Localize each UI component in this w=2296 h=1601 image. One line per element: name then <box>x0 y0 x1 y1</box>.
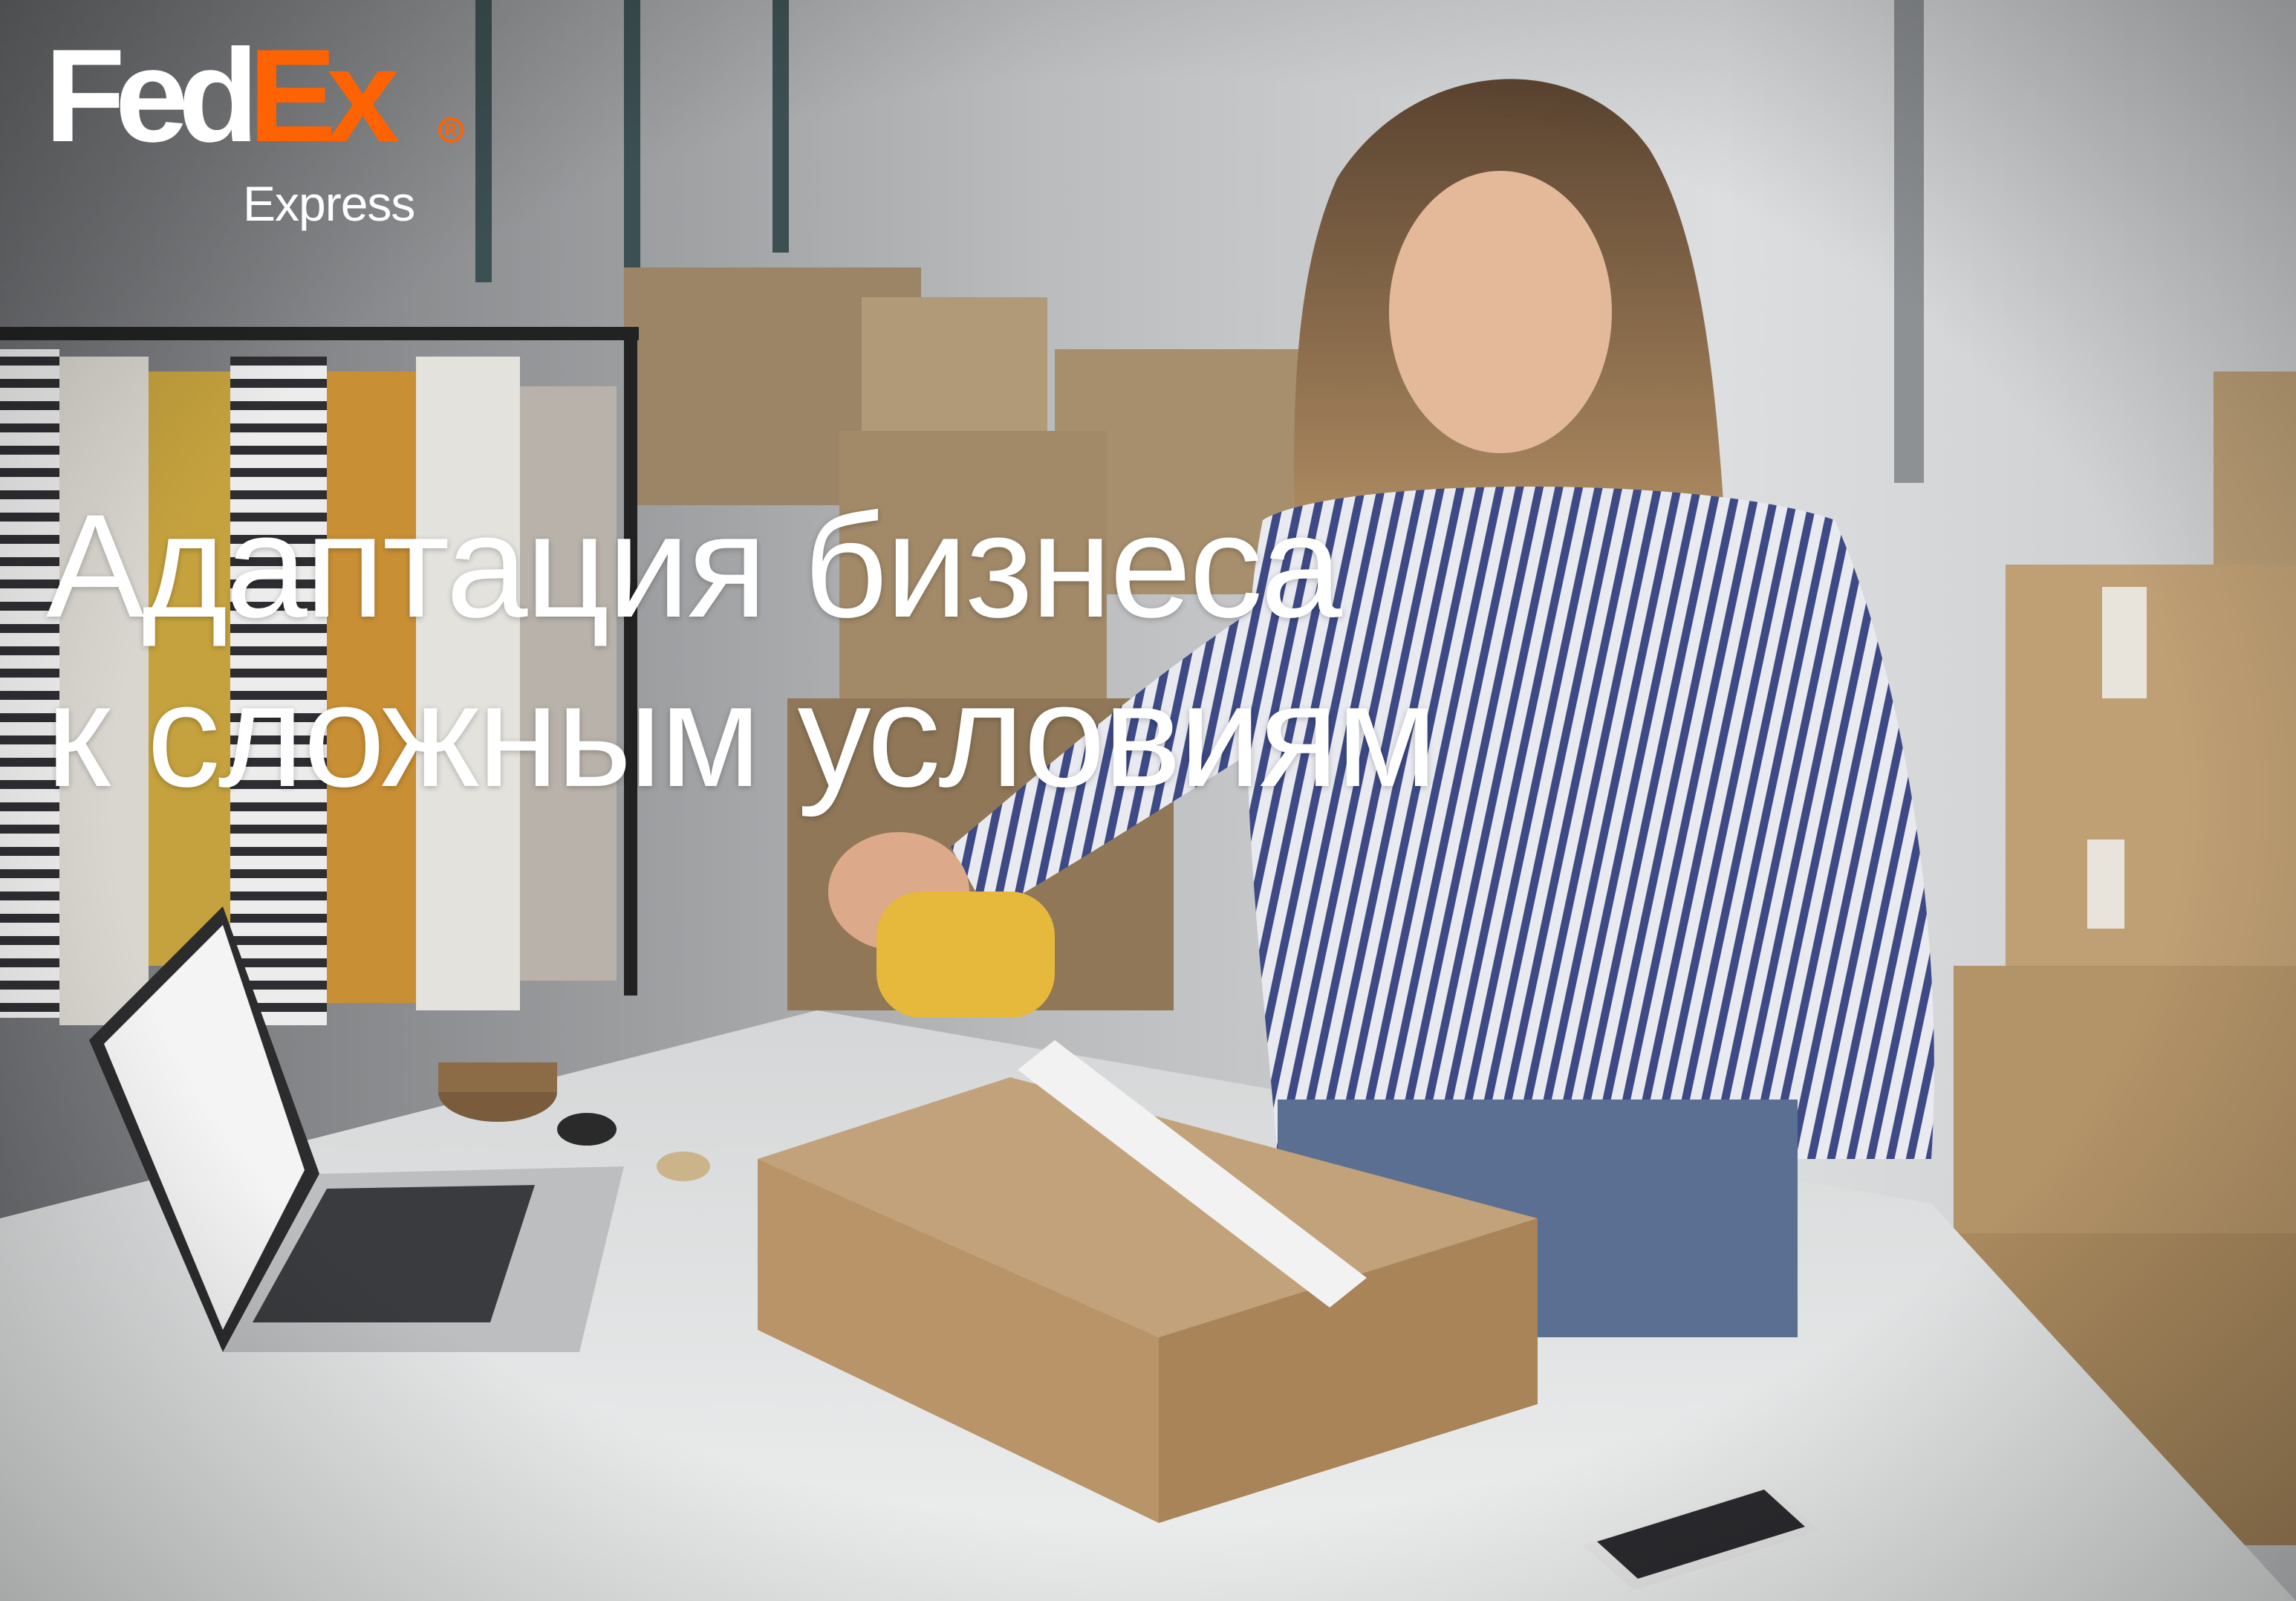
headline-line-1: Адаптация бизнеса <box>46 484 1342 648</box>
logo-fed-text: Fed <box>45 22 258 169</box>
registered-mark-icon: R <box>438 117 464 143</box>
logo-wordmark: FedEx <box>45 30 400 162</box>
fedex-express-logo: FedEx R Express <box>45 30 464 231</box>
headline: Адаптация бизнеса к сложным условиям <box>46 481 1754 820</box>
logo-division-text: Express <box>243 176 415 231</box>
headline-line-2: к сложным условиям <box>46 653 1437 817</box>
logo-ex-text: Ex <box>248 22 400 169</box>
